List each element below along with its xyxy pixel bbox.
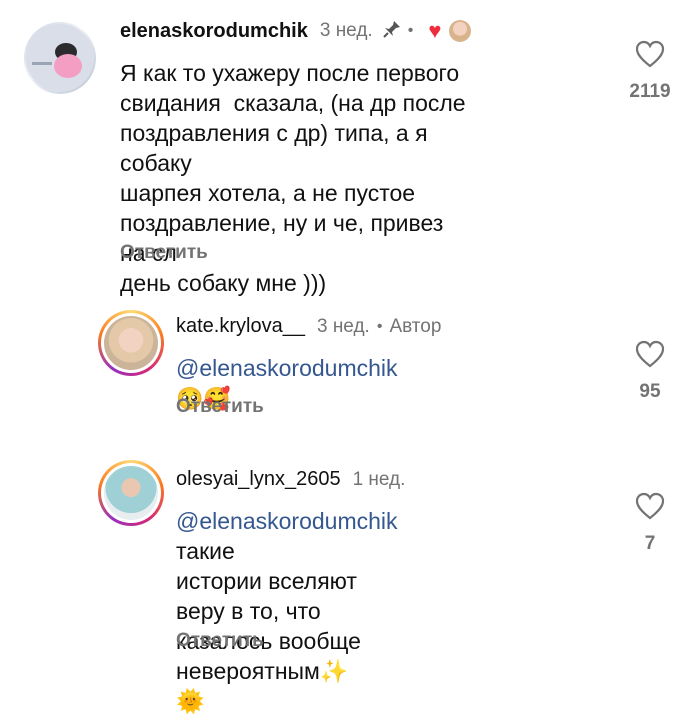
heart-outline-icon[interactable] (622, 492, 678, 525)
text-line: шарпея хотела, а не пустое (120, 180, 416, 206)
text-line: @elenaskorodumchik такие (176, 506, 398, 566)
text-line: свидания сказала, (на др после (120, 90, 466, 116)
text-line-rest: такие (176, 538, 235, 564)
username[interactable]: elenaskorodumchik (120, 20, 308, 43)
text-line: день собаку мне ))) (120, 270, 327, 296)
avatar-photo-icon (26, 24, 94, 92)
heart-outline-icon[interactable] (622, 340, 678, 373)
reply-button[interactable]: Ответить (176, 630, 264, 652)
timestamp: 3 нед. (316, 315, 370, 337)
text-line: поздравления с др) типа, а я собаку (120, 120, 428, 176)
pin-icon (382, 20, 401, 43)
comment-header: olesyai_lynx_2605 1 нед. (176, 468, 405, 491)
text-line: Я как то ухажеру после первого (120, 60, 460, 86)
liked-by-author-heart-icon: ♥ (428, 18, 442, 43)
reply-button[interactable]: Ответить (176, 396, 264, 418)
comment-text: @elenaskorodumchik такие истории вселяют… (176, 506, 398, 716)
heart-outline-icon[interactable] (622, 40, 678, 73)
author-avatar-mini (449, 20, 472, 42)
avatar-photo-icon (104, 466, 158, 520)
avatar[interactable] (98, 310, 164, 376)
text-line: истории вселяют веру в то, что (176, 568, 357, 624)
author-badge: Автор (389, 315, 442, 337)
like-count: 2119 (629, 81, 671, 102)
avatar-photo-icon (104, 316, 158, 370)
mention-link[interactable]: @elenaskorodumchik (176, 355, 398, 381)
separator-dot: • (376, 317, 383, 335)
like-count: 95 (639, 381, 661, 402)
text-line: 🌞 (176, 688, 205, 714)
separator-dot: • (407, 22, 414, 39)
reply-button[interactable]: Ответить (120, 242, 208, 264)
avatar[interactable] (98, 460, 164, 526)
avatar[interactable] (24, 22, 96, 94)
like-control: 95 (622, 340, 678, 403)
comment-header: elenaskorodumchik 3 нед. • ♥ (120, 18, 472, 44)
like-control: 2119 (622, 40, 678, 103)
timestamp: 1 нед. (352, 468, 406, 490)
timestamp: 3 нед. (319, 20, 373, 41)
mention-link[interactable]: @elenaskorodumchik (176, 508, 398, 534)
like-count: 7 (644, 533, 656, 554)
username[interactable]: olesyai_lynx_2605 (176, 468, 341, 491)
like-control: 7 (622, 492, 678, 555)
username[interactable]: kate.krylova__ (176, 315, 305, 338)
comment-header: kate.krylova__ 3 нед. • Автор (176, 315, 441, 338)
